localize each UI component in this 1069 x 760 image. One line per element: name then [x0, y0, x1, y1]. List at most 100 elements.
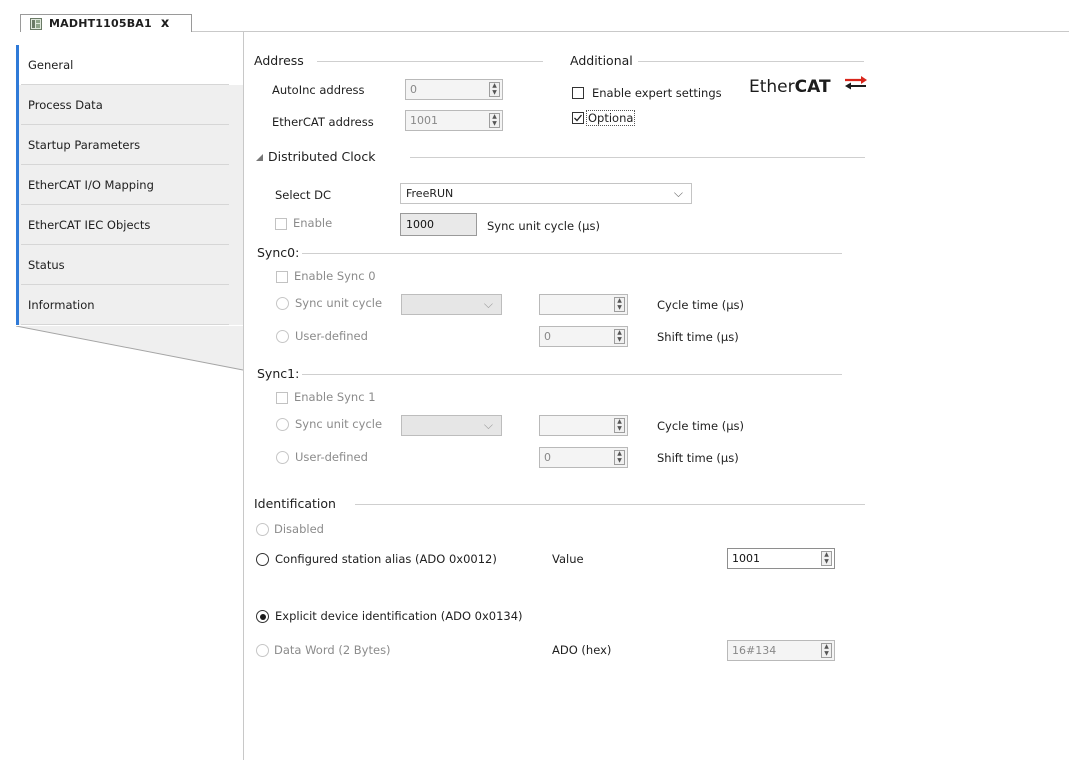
- chevron-down-icon: ⌵: [483, 418, 493, 432]
- autoinc-address-value: 0: [410, 83, 417, 96]
- enable-sync1-label: Enable Sync 1: [294, 390, 376, 404]
- ethercat-address-label: EtherCAT address: [272, 115, 374, 129]
- identification-divider: [355, 504, 865, 505]
- sync0-user-defined-radio[interactable]: [276, 330, 289, 343]
- address-divider: [317, 61, 543, 62]
- sync0-divider: [302, 253, 842, 254]
- ado-hex-field[interactable]: 16#134 ▲ ▼: [727, 640, 835, 661]
- sync1-shift-time-field[interactable]: 0 ▲ ▼: [539, 447, 628, 468]
- ethercat-address-value: 1001: [410, 114, 438, 127]
- sync0-shift-time-label: Shift time (µs): [657, 330, 739, 344]
- logo-text-regular: Ether: [749, 77, 795, 97]
- nav-item-label: EtherCAT I/O Mapping: [28, 178, 154, 192]
- sync0-sync-unit-cycle-radio[interactable]: [276, 297, 289, 310]
- sync0-title: Sync0:: [257, 245, 300, 260]
- identification-disabled-label: Disabled: [274, 522, 324, 536]
- sync0-cycle-time-label: Cycle time (µs): [657, 298, 745, 312]
- address-section-title: Address: [254, 53, 304, 68]
- sync0-cycle-dropdown[interactable]: ⌵: [401, 294, 502, 315]
- spin-arrows-icon[interactable]: ▲ ▼: [614, 418, 625, 433]
- spin-arrows-icon[interactable]: ▲ ▼: [614, 329, 625, 344]
- nav-item-label: Status: [28, 258, 65, 272]
- nav-accent: [16, 45, 19, 85]
- nav-item-status[interactable]: Status: [16, 245, 243, 285]
- spin-arrows-icon[interactable]: ▲ ▼: [614, 297, 625, 312]
- additional-divider: [638, 61, 864, 62]
- nav-item-process-data[interactable]: Process Data: [16, 85, 243, 125]
- distributed-clock-divider: [410, 157, 865, 158]
- nav-item-general[interactable]: General: [16, 45, 243, 85]
- spin-arrows-icon[interactable]: ▲ ▼: [821, 551, 832, 566]
- sync0-shift-time-field[interactable]: 0 ▲ ▼: [539, 326, 628, 347]
- optional-label: Optiona: [586, 110, 636, 126]
- enable-sync0-checkbox[interactable]: [276, 271, 288, 283]
- nav-item-io-mapping[interactable]: EtherCAT I/O Mapping: [16, 165, 243, 205]
- close-icon[interactable]: x: [161, 17, 169, 30]
- nav-accent: [16, 205, 19, 245]
- sync1-user-defined-radio[interactable]: [276, 451, 289, 464]
- sync0-sync-unit-cycle-label: Sync unit cycle: [295, 296, 383, 310]
- sync-unit-cycle-label: Sync unit cycle (µs): [487, 219, 600, 233]
- nav-accent: [16, 285, 19, 325]
- logo-text-bold: CAT: [794, 77, 831, 97]
- configured-station-alias-radio[interactable]: [256, 553, 269, 566]
- select-dc-value: FreeRUN: [406, 187, 454, 200]
- station-alias-value-field[interactable]: 1001 ▲ ▼: [727, 548, 835, 569]
- explicit-device-identification-radio[interactable]: [256, 610, 269, 623]
- value-label: Value: [552, 552, 584, 566]
- nav-item-iec-objects[interactable]: EtherCAT IEC Objects: [16, 205, 243, 245]
- identification-title: Identification: [254, 496, 336, 511]
- enable-sync0-label: Enable Sync 0: [294, 269, 376, 283]
- select-dc-dropdown[interactable]: FreeRUN ⌵: [400, 183, 692, 204]
- ethercat-address-field[interactable]: 1001 ▲ ▼: [405, 110, 503, 131]
- sync1-cycle-time-field[interactable]: ▲ ▼: [539, 415, 628, 436]
- sync-unit-cycle-field[interactable]: 1000: [400, 213, 477, 236]
- sync1-sync-unit-cycle-radio[interactable]: [276, 418, 289, 431]
- sync1-sync-unit-cycle-label: Sync unit cycle: [295, 417, 383, 431]
- nav-accent: [16, 245, 19, 285]
- sync1-shift-time-value: 0: [544, 451, 551, 464]
- select-dc-label: Select DC: [275, 188, 332, 202]
- enable-expert-settings-checkbox[interactable]: [572, 87, 584, 99]
- nav-item-label: General: [28, 58, 74, 72]
- sync1-title: Sync1:: [257, 366, 300, 381]
- dc-enable-label: Enable: [293, 216, 333, 230]
- sync0-shift-time-value: 0: [544, 330, 551, 343]
- data-word-label: Data Word (2 Bytes): [274, 643, 391, 657]
- nav-tab-decoration: [16, 326, 244, 371]
- sync1-user-defined-label: User-defined: [295, 450, 368, 464]
- nav-accent: [16, 125, 19, 165]
- ethercat-arrows-icon: [845, 76, 867, 90]
- spin-arrows-icon[interactable]: ▲ ▼: [614, 450, 625, 465]
- sync-unit-cycle-value: 1000: [406, 218, 434, 231]
- dc-enable-checkbox[interactable]: [275, 218, 287, 230]
- configured-station-alias-label: Configured station alias (ADO 0x0012): [275, 552, 497, 566]
- nav-item-startup-parameters[interactable]: Startup Parameters: [16, 125, 243, 165]
- nav-item-information[interactable]: Information: [16, 285, 243, 325]
- identification-disabled-radio[interactable]: [256, 523, 269, 536]
- nav-accent: [16, 165, 19, 205]
- spin-arrows-icon[interactable]: ▲ ▼: [821, 643, 832, 658]
- ado-hex-label: ADO (hex): [552, 643, 612, 657]
- nav-item-label: Process Data: [28, 98, 103, 112]
- distributed-clock-title: Distributed Clock: [268, 149, 376, 164]
- sync0-user-defined-label: User-defined: [295, 329, 368, 343]
- spin-arrows-icon[interactable]: ▲ ▼: [489, 113, 500, 128]
- spin-arrows-icon[interactable]: ▲ ▼: [489, 82, 500, 97]
- document-tab-title: MADHT1105BA1: [49, 17, 152, 30]
- collapse-triangle-icon[interactable]: [256, 154, 264, 162]
- nav-separator: [21, 324, 229, 325]
- device-icon: [30, 17, 42, 30]
- sync0-cycle-time-field[interactable]: ▲ ▼: [539, 294, 628, 315]
- sync1-cycle-dropdown[interactable]: ⌵: [401, 415, 502, 436]
- sync1-cycle-time-label: Cycle time (µs): [657, 419, 745, 433]
- document-tab[interactable]: MADHT1105BA1 x: [20, 14, 192, 32]
- autoinc-address-field[interactable]: 0 ▲ ▼: [405, 79, 503, 100]
- optional-checkbox[interactable]: [572, 112, 584, 124]
- enable-expert-settings-label: Enable expert settings: [592, 86, 722, 100]
- data-word-radio[interactable]: [256, 644, 269, 657]
- enable-sync1-checkbox[interactable]: [276, 392, 288, 404]
- nav-separator: [21, 84, 229, 85]
- nav-accent: [16, 85, 19, 125]
- station-alias-value: 1001: [732, 552, 760, 565]
